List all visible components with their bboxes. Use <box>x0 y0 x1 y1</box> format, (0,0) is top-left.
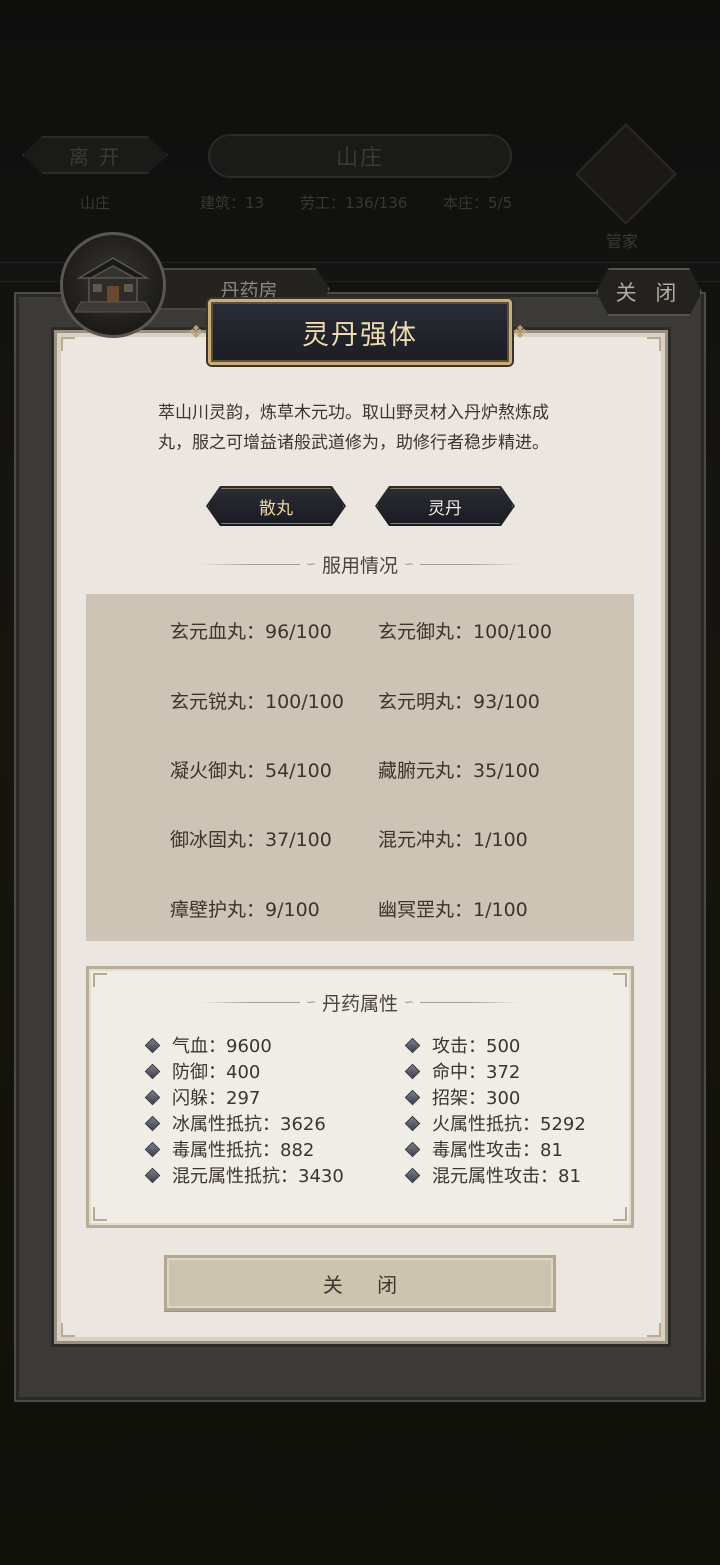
steward-icon <box>575 123 677 225</box>
usage-item: 幽冥罡丸：1/100 <box>378 899 528 921</box>
attribute-item: 混元属性攻击：81 <box>404 1162 581 1188</box>
attribute-item: 招架：300 <box>404 1084 521 1110</box>
top-close-label: 关 闭 <box>615 281 683 305</box>
attribute-item: 毒属性攻击：81 <box>404 1136 563 1162</box>
usage-item: 混元冲丸：1/100 <box>378 829 528 851</box>
steward-label: 管家 <box>606 232 639 251</box>
attribute-text: 混元属性攻击：81 <box>432 1166 581 1187</box>
corner-ornament <box>61 337 75 351</box>
corner-ornament <box>93 1207 107 1221</box>
building-icon <box>74 257 152 313</box>
usage-item: 玄元御丸：100/100 <box>378 621 552 643</box>
attributes-heading-text: 丹药属性 <box>322 992 399 1015</box>
pharmacy-building-icon <box>60 232 166 338</box>
usage-item: 玄元血丸：96/100 <box>170 621 332 643</box>
attribute-text: 冰属性抵抗：3626 <box>172 1114 326 1135</box>
stat-buildings: 建筑：13 <box>200 194 265 212</box>
diamond-icon <box>144 1141 161 1157</box>
tab-elixirs[interactable]: 灵丹 <box>375 486 515 526</box>
corner-ornament <box>61 1323 75 1337</box>
leave-button: 离 开 <box>22 136 168 174</box>
ornament-icon: ∽ <box>305 995 316 1009</box>
attribute-text: 攻击：500 <box>432 1036 521 1057</box>
attribute-text: 气血：9600 <box>172 1036 272 1057</box>
close-button-label: 关 闭 <box>322 1272 412 1297</box>
diamond-icon <box>144 1063 161 1079</box>
usage-item: 玄元明丸：93/100 <box>378 691 540 713</box>
usage-item: 藏腑元丸：35/100 <box>378 760 540 782</box>
diamond-icon <box>404 1037 421 1053</box>
tab-elixir-label: 灵丹 <box>428 498 462 519</box>
corner-ornament <box>613 1207 627 1221</box>
ornament-icon: ∽ <box>404 557 415 571</box>
attribute-text: 毒属性抵抗：882 <box>172 1140 315 1161</box>
corner-ornament <box>93 973 107 987</box>
attribute-item: 火属性抵抗：5292 <box>404 1110 586 1136</box>
diamond-icon <box>144 1167 161 1183</box>
diamond-icon <box>404 1115 421 1131</box>
usage-item: 玄元锐丸：100/100 <box>170 691 344 713</box>
stat-manor: 本庄：5/5 <box>443 194 513 212</box>
diamond-icon <box>404 1089 421 1105</box>
divider <box>420 1001 521 1003</box>
usage-item: 御冰固丸：37/100 <box>170 829 332 851</box>
usage-item: 瘴壁护丸：9/100 <box>170 899 320 921</box>
ornament-icon: ∽ <box>404 995 415 1009</box>
tab-powder-pills[interactable]: 散丸 <box>206 486 346 526</box>
attribute-item: 攻击：500 <box>404 1032 521 1058</box>
close-button[interactable]: 关 闭 <box>164 1255 556 1311</box>
usage-heading: ∽ 服用情况 ∽ <box>200 549 521 579</box>
usage-heading-text: 服用情况 <box>322 554 399 577</box>
diamond-icon <box>144 1089 161 1105</box>
diamond-icon <box>144 1115 161 1131</box>
corner-ornament <box>647 1323 661 1337</box>
top-close-button[interactable]: 关 闭 <box>596 268 702 316</box>
banner-ornament-icon: ❖ <box>188 322 205 343</box>
divider <box>420 563 521 565</box>
attributes-heading: ∽ 丹药属性 ∽ <box>200 987 521 1017</box>
diamond-icon <box>404 1063 421 1079</box>
manor-title: 山庄 <box>208 134 512 178</box>
divider <box>200 563 300 565</box>
attribute-text: 防御：400 <box>172 1062 261 1083</box>
attribute-item: 命中：372 <box>404 1058 521 1084</box>
dialog-description: 萃山川灵韵，炼草木元功。取山野灵材入丹炉熬炼成丸，服之可增益诸般武道修为，助修行… <box>158 403 549 453</box>
usage-item: 凝火御丸：54/100 <box>170 760 332 782</box>
attribute-item: 混元属性抵抗：3430 <box>144 1162 344 1188</box>
dialog-title: 灵丹强体 <box>208 299 512 365</box>
attribute-text: 混元属性抵抗：3430 <box>172 1166 344 1187</box>
usage-panel: 玄元血丸：96/100 玄元御丸：100/100 玄元锐丸：100/100 玄元… <box>86 594 634 941</box>
attribute-text: 闪躲：297 <box>172 1088 261 1109</box>
attribute-item: 防御：400 <box>144 1058 261 1084</box>
stat-laborers: 劳工：136/136 <box>300 194 408 212</box>
diamond-icon <box>404 1167 421 1183</box>
diamond-icon <box>144 1037 161 1053</box>
attribute-text: 毒属性攻击：81 <box>432 1140 563 1161</box>
diamond-icon <box>404 1141 421 1157</box>
attribute-item: 气血：9600 <box>144 1032 272 1058</box>
manor-subtitle: 山庄 <box>80 194 111 212</box>
corner-ornament <box>613 973 627 987</box>
tab-powder-label: 散丸 <box>259 498 293 519</box>
ornament-icon: ∽ <box>305 557 316 571</box>
banner-ornament-icon: ❖ <box>512 322 529 343</box>
corner-ornament <box>647 337 661 351</box>
attribute-text: 命中：372 <box>432 1062 521 1083</box>
divider <box>200 1001 300 1003</box>
attribute-item: 毒属性抵抗：882 <box>144 1136 315 1162</box>
attribute-text: 招架：300 <box>432 1088 521 1109</box>
attribute-item: 冰属性抵抗：3626 <box>144 1110 326 1136</box>
attribute-text: 火属性抵抗：5292 <box>432 1114 586 1135</box>
attribute-item: 闪躲：297 <box>144 1084 261 1110</box>
